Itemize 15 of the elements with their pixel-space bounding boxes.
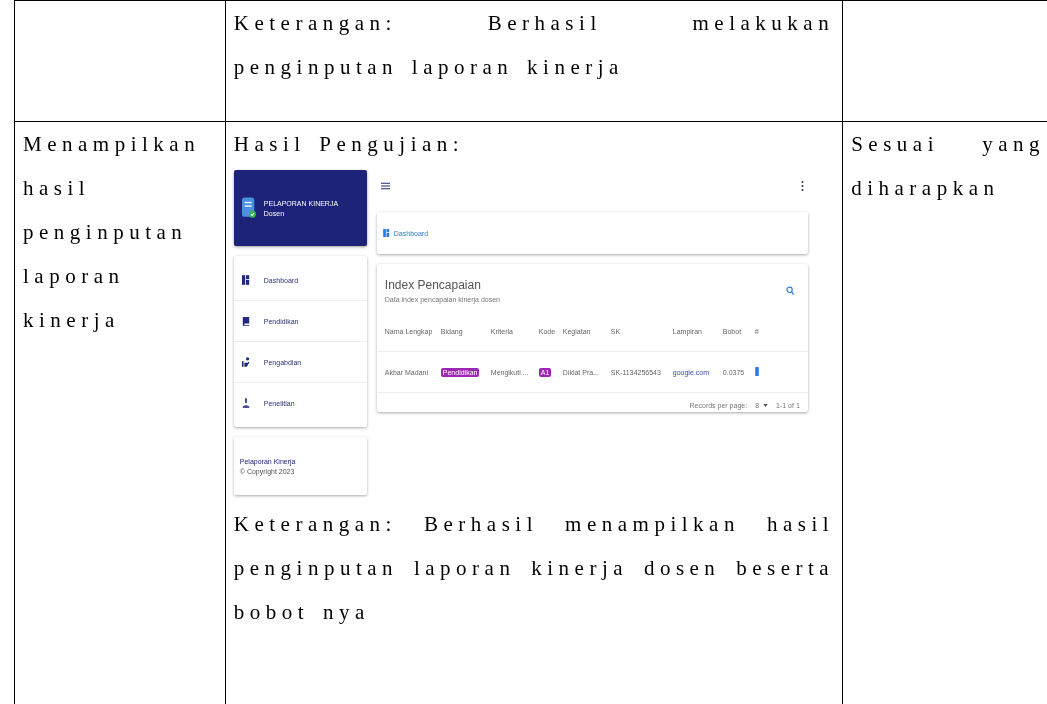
- hand-icon: [241, 357, 250, 367]
- checklist-logo-icon: [241, 197, 256, 219]
- result-note: Keterangan: Berhasil menampilkan hasil penginputan laporan kinerja dosen beserta bobot nya: [233, 511, 835, 626]
- result-heading: Hasil Pengujian:: [233, 131, 466, 158]
- dashboard-icon: [241, 275, 250, 285]
- more-options-icon[interactable]: [800, 181, 804, 191]
- card-title: Index Pencapaian: [384, 278, 482, 292]
- menu-icon[interactable]: [380, 182, 390, 190]
- search-icon[interactable]: [785, 285, 794, 296]
- dashboard-icon: [382, 229, 390, 237]
- expected-result: Sesuai yang diharapkan: [851, 131, 1045, 202]
- scenario-text: Menampilkan hasil penginputan laporan kinerja: [23, 131, 202, 334]
- book-icon: [241, 316, 250, 326]
- caret-icon: [763, 403, 769, 407]
- result-note: Keterangan: Berhasil melakukan penginputan laporan kinerja: [233, 10, 835, 81]
